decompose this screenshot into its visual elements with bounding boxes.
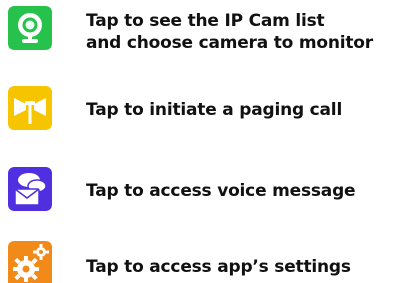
app-settings-label: Tap to access app’s settings [86, 257, 351, 277]
voice-message-label: Tap to access voice message [86, 181, 356, 201]
ip-camera-icon[interactable] [8, 6, 52, 50]
paging-call-icon[interactable] [8, 86, 52, 130]
ip-cam-list-label: Tap to see the IP Cam list and choose ca… [86, 10, 373, 54]
voice-message-icon[interactable] [8, 167, 52, 211]
ip-cam-line-1: Tap to see the IP Cam list [86, 11, 325, 31]
paging-call-label: Tap to initiate a paging call [86, 100, 343, 120]
settings-gears-icon[interactable] [8, 241, 52, 283]
ip-cam-line-2: and choose camera to monitor [86, 33, 373, 53]
